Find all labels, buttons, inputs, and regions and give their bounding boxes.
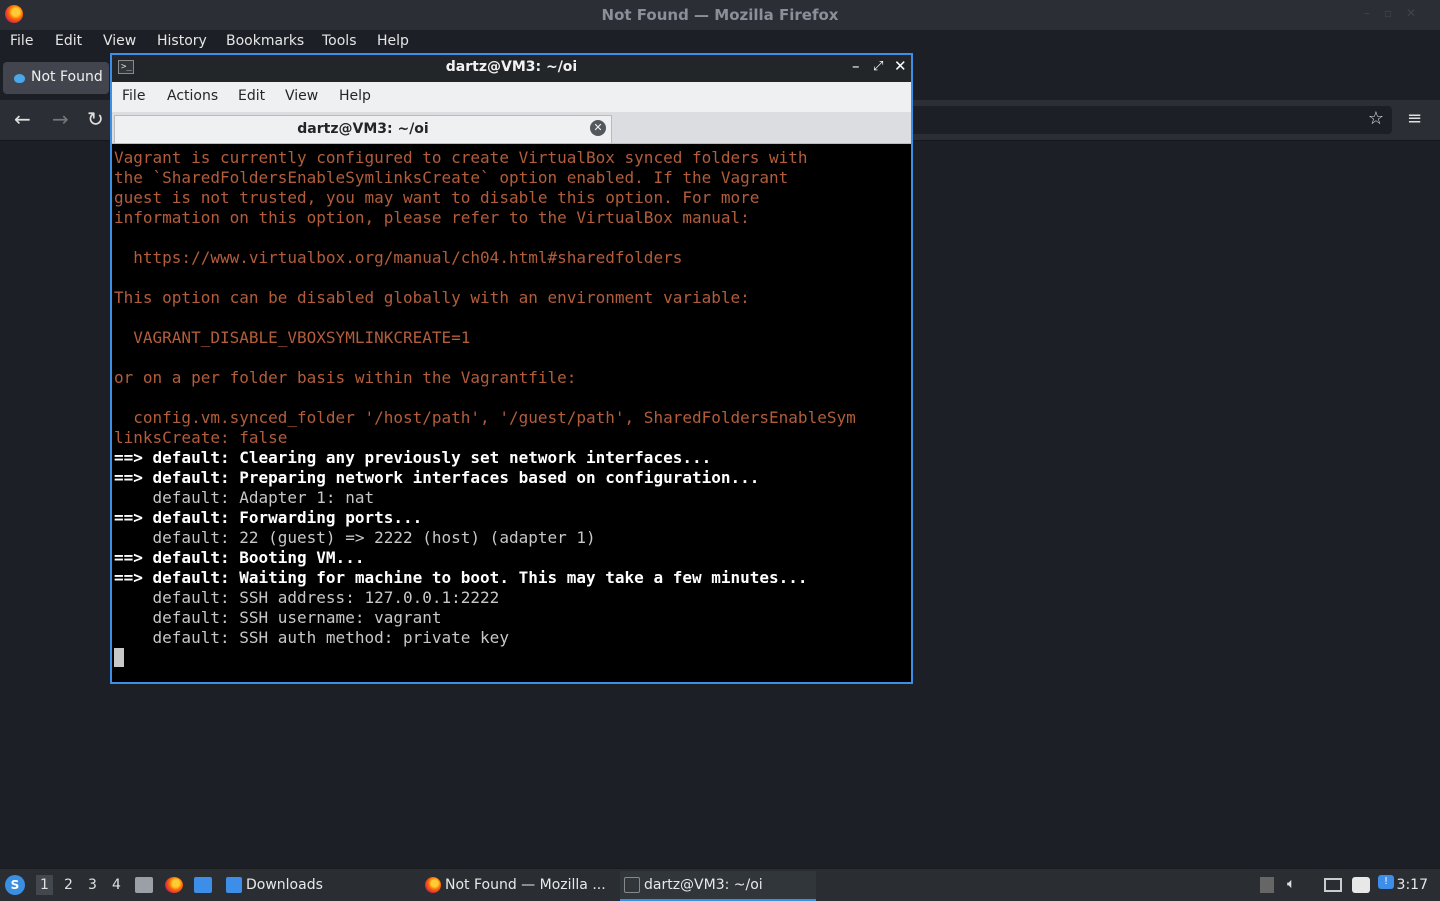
terminal-line: the `SharedFoldersEnableSymlinksCreate` … xyxy=(114,168,789,187)
terminal-line: linksCreate: false xyxy=(114,428,288,447)
terminal-tabbar: dartz@VM3: ~/oi ✕ xyxy=(112,112,911,144)
firefox-menubar: File Edit View History Bookmarks Tools H… xyxy=(0,30,1440,54)
terminal-output[interactable]: Vagrant is currently configured to creat… xyxy=(112,144,911,682)
volume-icon[interactable]: 🔈︎ xyxy=(1287,876,1295,892)
terminal-menu-actions[interactable]: Actions xyxy=(167,88,218,104)
back-arrow-icon[interactable]: ← xyxy=(14,108,31,130)
terminal-line: config.vm.synced_folder '/host/path', '/… xyxy=(114,408,856,427)
task-downloads[interactable]: Downloads xyxy=(222,871,412,899)
terminal-menu-edit[interactable]: Edit xyxy=(238,88,265,104)
forward-arrow-icon[interactable]: → xyxy=(52,108,69,130)
terminal-line: Vagrant is currently configured to creat… xyxy=(114,148,808,167)
terminal-menu-view[interactable]: View xyxy=(285,88,318,104)
minimize-icon[interactable]: – xyxy=(852,57,860,75)
firefox-titlebar: Not Found — Mozilla Firefox –▫✕ xyxy=(0,0,1440,30)
terminal-menu-file[interactable]: File xyxy=(122,88,145,104)
terminal-line: default: SSH auth method: private key xyxy=(114,628,509,647)
terminal-menubar: File Actions Edit View Help xyxy=(112,82,911,112)
hamburger-menu-icon[interactable]: ≡ xyxy=(1407,108,1422,130)
terminal-line: ==> default: Preparing network interface… xyxy=(114,468,760,487)
terminal-icon xyxy=(624,877,640,893)
task-downloads-label: Downloads xyxy=(246,877,323,893)
terminal-line: This option can be disabled globally wit… xyxy=(114,288,750,307)
terminal-window: >_ dartz@VM3: ~/oi – ⤢ ✕ File Actions Ed… xyxy=(110,53,913,684)
task-firefox-label: Not Found — Mozilla ... xyxy=(445,877,606,893)
workspace-3[interactable]: 3 xyxy=(88,877,97,893)
terminal-line: guest is not trusted, you may want to di… xyxy=(114,188,760,207)
maximize-icon[interactable]: ⤢ xyxy=(873,59,883,74)
firefox-window-title: Not Found — Mozilla Firefox xyxy=(601,6,839,24)
clipboard-icon[interactable] xyxy=(1352,877,1370,893)
terminal-cursor xyxy=(114,648,124,667)
firefox-tab-not-found[interactable]: Not Found xyxy=(3,62,109,94)
terminal-line: default: SSH username: vagrant xyxy=(114,608,442,627)
folder-icon xyxy=(226,877,242,893)
firefox-icon xyxy=(425,877,441,893)
terminal-titlebar[interactable]: >_ dartz@VM3: ~/oi – ⤢ ✕ xyxy=(112,55,911,82)
terminal-line: default: SSH address: 127.0.0.1:2222 xyxy=(114,588,500,607)
bookmark-star-icon[interactable]: ☆ xyxy=(1368,108,1384,129)
display-icon[interactable] xyxy=(1324,878,1342,892)
terminal-line: ==> default: Clearing any previously set… xyxy=(114,448,712,467)
terminal-line: default: 22 (guest) => 2222 (host) (adap… xyxy=(114,528,596,547)
file-manager-icon[interactable] xyxy=(135,877,153,893)
terminal-line: ==> default: Forwarding ports... xyxy=(114,508,423,527)
terminal-line: information on this option, please refer… xyxy=(114,208,750,227)
firefox-launcher-icon[interactable] xyxy=(165,877,183,893)
firefox-menu-bookmarks[interactable]: Bookmarks xyxy=(226,33,304,49)
notification-icon[interactable]: ! xyxy=(1378,875,1394,889)
workspace-1[interactable]: 1 xyxy=(36,875,53,895)
terminal-line: ==> default: Waiting for machine to boot… xyxy=(114,568,808,587)
taskbar: S 1 2 3 4 Downloads Not Found — Mozilla … xyxy=(0,868,1440,901)
terminal-line: https://www.virtualbox.org/manual/ch04.h… xyxy=(114,248,683,267)
task-firefox[interactable]: Not Found — Mozilla ... xyxy=(421,871,613,899)
close-icon[interactable]: ✕ xyxy=(894,57,907,75)
firefox-menu-help[interactable]: Help xyxy=(377,33,409,49)
terminal-line: default: Adapter 1: nat xyxy=(114,488,375,507)
terminal-tab[interactable]: dartz@VM3: ~/oi ✕ xyxy=(114,115,612,143)
firefox-menu-view[interactable]: View xyxy=(103,33,136,49)
terminal-line: VAGRANT_DISABLE_VBOXSYMLINKCREATE=1 xyxy=(114,328,471,347)
tab-close-icon[interactable]: ✕ xyxy=(590,120,606,136)
workspace-4[interactable]: 4 xyxy=(112,877,121,893)
terminal-line: ==> default: Booting VM... xyxy=(114,548,365,567)
terminal-menu-help[interactable]: Help xyxy=(339,88,371,104)
firefox-menu-tools[interactable]: Tools xyxy=(322,33,357,49)
workspace-2[interactable]: 2 xyxy=(64,877,73,893)
terminal-window-title: dartz@VM3: ~/oi xyxy=(445,59,578,75)
desktop-icon[interactable] xyxy=(194,877,212,893)
firefox-menu-file[interactable]: File xyxy=(10,33,33,49)
reload-icon[interactable]: ↻ xyxy=(87,108,104,130)
terminal-tab-label: dartz@VM3: ~/oi xyxy=(297,121,429,137)
firefox-menu-history[interactable]: History xyxy=(157,33,207,49)
task-terminal-label: dartz@VM3: ~/oi xyxy=(644,877,763,893)
firefox-menu-edit[interactable]: Edit xyxy=(55,33,82,49)
start-menu-icon[interactable]: S xyxy=(5,875,25,895)
firefox-window-buttons[interactable]: –▫✕ xyxy=(1364,6,1430,20)
terminal-line: or on a per folder basis within the Vagr… xyxy=(114,368,577,387)
task-terminal[interactable]: dartz@VM3: ~/oi xyxy=(620,871,816,901)
firefox-tab-label: Not Found xyxy=(31,69,103,85)
clock: 3:17 xyxy=(1396,877,1428,893)
tray-arrow-icon[interactable] xyxy=(1260,877,1274,893)
url-bar[interactable]: ☆ xyxy=(900,106,1392,134)
tab-favicon-icon xyxy=(14,74,25,83)
